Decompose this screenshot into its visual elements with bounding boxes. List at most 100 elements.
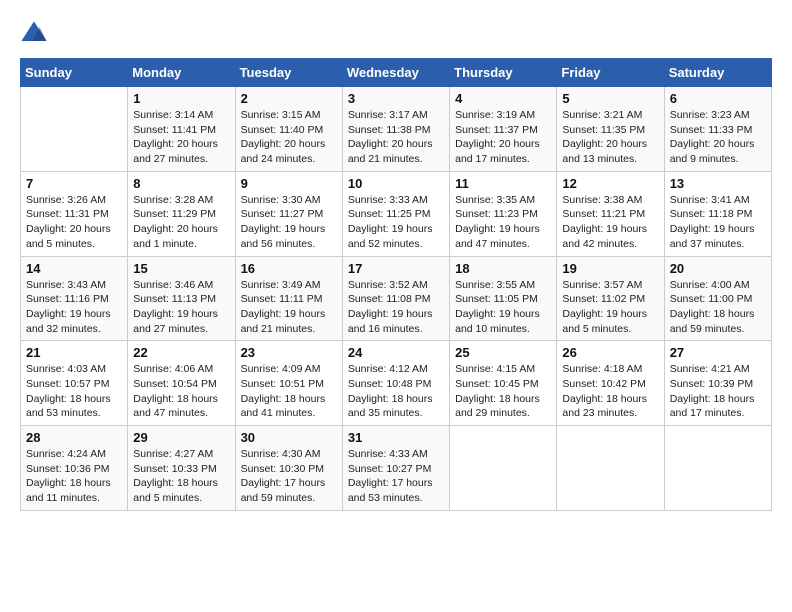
weekday-header-saturday: Saturday [664,59,771,87]
day-info: Sunrise: 3:14 AM Sunset: 11:41 PM Daylig… [133,108,229,167]
day-cell: 25 Sunrise: 4:15 AM Sunset: 10:45 PM Dayl… [450,341,557,426]
day-info: Sunrise: 3:23 AM Sunset: 11:33 PM Daylig… [670,108,766,167]
day-cell: 7Sunrise: 3:26 AM Sunset: 11:31 PM Dayli… [21,171,128,256]
day-number: 9 [241,176,337,191]
day-number: 29 [133,430,229,445]
day-cell: 19 Sunrise: 3:57 AM Sunset: 11:02 PM Dayl… [557,256,664,341]
day-number: 24 [348,345,444,360]
week-row-1: 1 Sunrise: 3:14 AM Sunset: 11:41 PM Dayli… [21,87,772,172]
day-info: Sunrise: 4:24 AM Sunset: 10:36 PM Daylig… [26,447,122,506]
day-cell: 1 Sunrise: 3:14 AM Sunset: 11:41 PM Dayli… [128,87,235,172]
day-cell: 3 Sunrise: 3:17 AM Sunset: 11:38 PM Dayli… [342,87,449,172]
day-cell: 30Sunrise: 4:30 AM Sunset: 10:30 PM Dayl… [235,426,342,511]
day-number: 23 [241,345,337,360]
day-info: Sunrise: 3:33 AM Sunset: 11:25 PM Daylig… [348,193,444,252]
day-number: 14 [26,261,122,276]
day-number: 19 [562,261,658,276]
week-row-2: 7Sunrise: 3:26 AM Sunset: 11:31 PM Dayli… [21,171,772,256]
day-info: Sunrise: 4:18 AM Sunset: 10:42 PM Daylig… [562,362,658,421]
week-row-5: 28 Sunrise: 4:24 AM Sunset: 10:36 PM Dayl… [21,426,772,511]
day-cell: 26Sunrise: 4:18 AM Sunset: 10:42 PM Dayl… [557,341,664,426]
day-info: Sunrise: 4:03 AM Sunset: 10:57 PM Daylig… [26,362,122,421]
day-cell: 10 Sunrise: 3:33 AM Sunset: 11:25 PM Dayl… [342,171,449,256]
day-info: Sunrise: 4:15 AM Sunset: 10:45 PM Daylig… [455,362,551,421]
day-cell: 24 Sunrise: 4:12 AM Sunset: 10:48 PM Dayl… [342,341,449,426]
day-info: Sunrise: 4:30 AM Sunset: 10:30 PM Daylig… [241,447,337,506]
day-info: Sunrise: 3:38 AM Sunset: 11:21 PM Daylig… [562,193,658,252]
calendar-table: SundayMondayTuesdayWednesdayThursdayFrid… [20,58,772,511]
day-number: 7 [26,176,122,191]
day-number: 28 [26,430,122,445]
day-number: 11 [455,176,551,191]
day-cell: 22 Sunrise: 4:06 AM Sunset: 10:54 PM Dayl… [128,341,235,426]
day-cell: 15 Sunrise: 3:46 AM Sunset: 11:13 PM Dayl… [128,256,235,341]
day-number: 15 [133,261,229,276]
day-cell: 28 Sunrise: 4:24 AM Sunset: 10:36 PM Dayl… [21,426,128,511]
day-number: 4 [455,91,551,106]
week-row-3: 14Sunrise: 3:43 AM Sunset: 11:16 PM Dayl… [21,256,772,341]
day-info: Sunrise: 3:15 AM Sunset: 11:40 PM Daylig… [241,108,337,167]
day-info: Sunrise: 4:09 AM Sunset: 10:51 PM Daylig… [241,362,337,421]
day-number: 5 [562,91,658,106]
day-cell: 17Sunrise: 3:52 AM Sunset: 11:08 PM Dayl… [342,256,449,341]
day-number: 13 [670,176,766,191]
day-cell: 12 Sunrise: 3:38 AM Sunset: 11:21 PM Dayl… [557,171,664,256]
day-info: Sunrise: 4:33 AM Sunset: 10:27 PM Daylig… [348,447,444,506]
day-number: 16 [241,261,337,276]
day-cell: 16 Sunrise: 3:49 AM Sunset: 11:11 PM Dayl… [235,256,342,341]
day-cell: 11 Sunrise: 3:35 AM Sunset: 11:23 PM Dayl… [450,171,557,256]
day-cell: 13 Sunrise: 3:41 AM Sunset: 11:18 PM Dayl… [664,171,771,256]
day-number: 1 [133,91,229,106]
day-number: 8 [133,176,229,191]
day-info: Sunrise: 3:41 AM Sunset: 11:18 PM Daylig… [670,193,766,252]
day-cell: 6 Sunrise: 3:23 AM Sunset: 11:33 PM Dayli… [664,87,771,172]
day-info: Sunrise: 3:55 AM Sunset: 11:05 PM Daylig… [455,278,551,337]
day-number: 25 [455,345,551,360]
weekday-header-row: SundayMondayTuesdayWednesdayThursdayFrid… [21,59,772,87]
day-number: 18 [455,261,551,276]
day-info: Sunrise: 4:00 AM Sunset: 11:00 PM Daylig… [670,278,766,337]
day-info: Sunrise: 3:49 AM Sunset: 11:11 PM Daylig… [241,278,337,337]
day-info: Sunrise: 4:12 AM Sunset: 10:48 PM Daylig… [348,362,444,421]
page-header [20,20,772,48]
day-cell: 8 Sunrise: 3:28 AM Sunset: 11:29 PM Dayli… [128,171,235,256]
day-info: Sunrise: 4:21 AM Sunset: 10:39 PM Daylig… [670,362,766,421]
week-row-4: 21 Sunrise: 4:03 AM Sunset: 10:57 PM Dayl… [21,341,772,426]
day-number: 12 [562,176,658,191]
weekday-header-friday: Friday [557,59,664,87]
day-cell: 2Sunrise: 3:15 AM Sunset: 11:40 PM Dayli… [235,87,342,172]
day-cell: 5 Sunrise: 3:21 AM Sunset: 11:35 PM Dayli… [557,87,664,172]
day-cell: 27 Sunrise: 4:21 AM Sunset: 10:39 PM Dayl… [664,341,771,426]
day-info: Sunrise: 3:46 AM Sunset: 11:13 PM Daylig… [133,278,229,337]
day-cell: 29 Sunrise: 4:27 AM Sunset: 10:33 PM Dayl… [128,426,235,511]
weekday-header-thursday: Thursday [450,59,557,87]
day-number: 17 [348,261,444,276]
day-cell [557,426,664,511]
day-info: Sunrise: 3:28 AM Sunset: 11:29 PM Daylig… [133,193,229,252]
day-number: 31 [348,430,444,445]
day-number: 22 [133,345,229,360]
logo-icon [20,20,48,48]
day-info: Sunrise: 4:27 AM Sunset: 10:33 PM Daylig… [133,447,229,506]
day-number: 3 [348,91,444,106]
day-info: Sunrise: 3:17 AM Sunset: 11:38 PM Daylig… [348,108,444,167]
day-number: 21 [26,345,122,360]
day-cell: 31 Sunrise: 4:33 AM Sunset: 10:27 PM Dayl… [342,426,449,511]
day-cell [21,87,128,172]
weekday-header-tuesday: Tuesday [235,59,342,87]
day-info: Sunrise: 3:30 AM Sunset: 11:27 PM Daylig… [241,193,337,252]
day-number: 27 [670,345,766,360]
day-cell: 23 Sunrise: 4:09 AM Sunset: 10:51 PM Dayl… [235,341,342,426]
day-info: Sunrise: 4:06 AM Sunset: 10:54 PM Daylig… [133,362,229,421]
day-number: 6 [670,91,766,106]
weekday-header-monday: Monday [128,59,235,87]
day-cell [664,426,771,511]
day-cell: 20Sunrise: 4:00 AM Sunset: 11:00 PM Dayl… [664,256,771,341]
day-cell: 4 Sunrise: 3:19 AM Sunset: 11:37 PM Dayli… [450,87,557,172]
day-info: Sunrise: 3:57 AM Sunset: 11:02 PM Daylig… [562,278,658,337]
day-info: Sunrise: 3:35 AM Sunset: 11:23 PM Daylig… [455,193,551,252]
day-info: Sunrise: 3:21 AM Sunset: 11:35 PM Daylig… [562,108,658,167]
day-info: Sunrise: 3:19 AM Sunset: 11:37 PM Daylig… [455,108,551,167]
day-number: 10 [348,176,444,191]
weekday-header-wednesday: Wednesday [342,59,449,87]
